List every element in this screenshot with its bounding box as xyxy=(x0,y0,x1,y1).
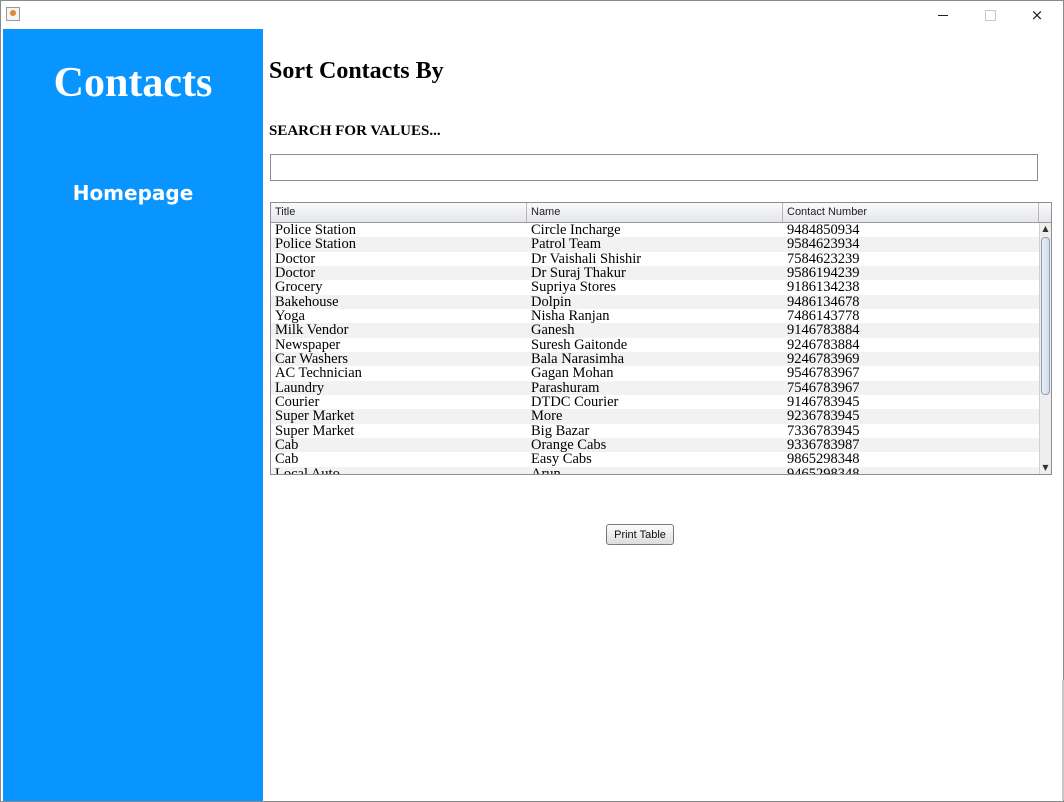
cell-name[interactable]: Suresh Gaitonde xyxy=(531,338,781,352)
cell-contact-number[interactable]: 9465298348 xyxy=(787,467,1037,474)
cell-title[interactable]: Super Market xyxy=(275,409,525,423)
table-header: Title Name Contact Number xyxy=(271,203,1039,223)
minimize-button[interactable] xyxy=(920,1,966,29)
cell-title[interactable]: AC Technician xyxy=(275,366,525,380)
cell-title[interactable]: Cab xyxy=(275,438,525,452)
minimize-icon xyxy=(938,14,948,16)
table-row[interactable]: Newspaper Suresh Gaitonde 9246783884 xyxy=(271,338,1039,352)
cell-title[interactable]: Cab xyxy=(275,452,525,466)
cell-title[interactable]: Car Washers xyxy=(275,352,525,366)
cell-title[interactable]: Courier xyxy=(275,395,525,409)
maximize-button[interactable] xyxy=(967,1,1013,29)
cell-title[interactable]: Laundry xyxy=(275,381,525,395)
cell-title[interactable]: Newspaper xyxy=(275,338,525,352)
cell-contact-number[interactable]: 7336783945 xyxy=(787,424,1037,438)
cell-name[interactable]: Circle Incharge xyxy=(531,223,781,237)
page-title: Sort Contacts By xyxy=(269,58,444,84)
cell-title[interactable]: Police Station xyxy=(275,237,525,251)
table-header-corner xyxy=(1039,203,1051,223)
cell-name[interactable]: Dolpin xyxy=(531,295,781,309)
cell-contact-number[interactable]: 9486134678 xyxy=(787,295,1037,309)
cell-contact-number[interactable]: 9236783945 xyxy=(787,409,1037,423)
cell-contact-number[interactable]: 9546783967 xyxy=(787,366,1037,380)
cell-name[interactable]: Easy Cabs xyxy=(531,452,781,466)
cell-name[interactable]: Dr Suraj Thakur xyxy=(531,266,781,280)
cell-contact-number[interactable]: 9186134238 xyxy=(787,280,1037,294)
cell-contact-number[interactable]: 9246783969 xyxy=(787,352,1037,366)
cell-contact-number[interactable]: 9246783884 xyxy=(787,338,1037,352)
cell-title[interactable]: Grocery xyxy=(275,280,525,294)
table-row[interactable]: Car Washers Bala Narasimha 9246783969 xyxy=(271,351,1039,367)
table-row[interactable]: AC Technician Gagan Mohan 9546783967 xyxy=(271,366,1039,380)
table-row[interactable]: Doctor Dr Vaishali Shishir 7584623239 xyxy=(271,252,1039,266)
cell-contact-number[interactable]: 7584623239 xyxy=(787,252,1037,266)
cell-title[interactable]: Doctor xyxy=(275,266,525,280)
table-row[interactable]: Cab Orange Cabs 9336783987 xyxy=(271,437,1039,453)
sidebar-title: Contacts xyxy=(53,60,213,106)
column-header-title[interactable]: Title xyxy=(271,203,527,222)
title-bar: × xyxy=(1,1,1063,29)
cell-name[interactable]: Nisha Ranjan xyxy=(531,309,781,323)
table-row[interactable]: Laundry Parashuram 7546783967 xyxy=(271,380,1039,395)
table-row[interactable]: Doctor Dr Suraj Thakur 9586194239 xyxy=(271,265,1039,281)
maximize-icon xyxy=(984,9,996,21)
cell-name[interactable]: Parashuram xyxy=(531,381,781,395)
cell-contact-number[interactable]: 7546783967 xyxy=(787,381,1037,395)
cell-contact-number[interactable]: 9484850934 xyxy=(787,223,1037,237)
table-row[interactable]: Local Auto Arun 9465298348 xyxy=(271,466,1039,474)
cell-name[interactable]: Orange Cabs xyxy=(531,438,781,452)
cell-name[interactable]: More xyxy=(531,409,781,423)
cell-title[interactable]: Milk Vendor xyxy=(275,323,525,337)
cell-name[interactable]: Ganesh xyxy=(531,323,781,337)
table-row[interactable]: Cab Easy Cabs 9865298348 xyxy=(271,452,1039,466)
cell-title[interactable]: Local Auto xyxy=(275,467,525,474)
contacts-table: Title Name Contact Number Police Station… xyxy=(270,202,1052,475)
cell-title[interactable]: Bakehouse xyxy=(275,295,525,309)
cell-contact-number[interactable]: 7486143778 xyxy=(787,309,1037,323)
scroll-down-arrow-icon[interactable]: ▼ xyxy=(1040,462,1051,474)
cell-contact-number[interactable]: 9584623934 xyxy=(787,237,1037,251)
table-row[interactable]: Courier DTDC Courier 9146783945 xyxy=(271,395,1039,409)
cell-name[interactable]: Patrol Team xyxy=(531,237,781,251)
cell-name[interactable]: Big Bazar xyxy=(531,424,781,438)
close-icon: × xyxy=(1030,6,1044,24)
table-row[interactable]: Police Station Patrol Team 9584623934 xyxy=(271,237,1039,252)
table-row[interactable]: Milk Vendor Ganesh 9146783884 xyxy=(271,323,1039,338)
scroll-up-arrow-icon[interactable]: ▲ xyxy=(1040,223,1051,235)
print-table-button[interactable]: Print Table xyxy=(606,524,674,545)
table-row[interactable]: Bakehouse Dolpin 9486134678 xyxy=(271,294,1039,309)
vertical-scrollbar[interactable]: ▲ ▼ xyxy=(1039,223,1051,474)
scrollbar-thumb[interactable] xyxy=(1041,237,1050,395)
table-body: Police Station Circle Incharge 9484850934 P… xyxy=(271,223,1039,474)
cell-contact-number[interactable]: 9586194239 xyxy=(787,266,1037,280)
cell-contact-number[interactable]: 9865298348 xyxy=(787,452,1037,466)
table-row[interactable]: Yoga Nisha Ranjan 7486143778 xyxy=(271,309,1039,323)
sidebar-item-homepage[interactable]: Homepage xyxy=(3,181,263,205)
java-app-icon xyxy=(6,7,20,21)
cell-contact-number[interactable]: 9336783987 xyxy=(787,438,1037,452)
cell-title[interactable]: Police Station xyxy=(275,223,525,237)
column-header-name[interactable]: Name xyxy=(527,203,783,222)
cell-name[interactable]: Bala Narasimha xyxy=(531,352,781,366)
cell-title[interactable]: Super Market xyxy=(275,424,525,438)
cell-name[interactable]: Arun xyxy=(531,467,781,474)
cell-name[interactable]: Gagan Mohan xyxy=(531,366,781,380)
table-row[interactable]: Super Market Big Bazar 7336783945 xyxy=(271,424,1039,438)
app-window: × Contacts Homepage Sort Contacts By SEA… xyxy=(0,0,1064,802)
table-row[interactable]: Grocery Supriya Stores 9186134238 xyxy=(271,280,1039,294)
cell-name[interactable]: DTDC Courier xyxy=(531,395,781,409)
search-input[interactable] xyxy=(270,154,1038,181)
table-row[interactable]: Super Market More 9236783945 xyxy=(271,409,1039,424)
cell-title[interactable]: Yoga xyxy=(275,309,525,323)
cell-name[interactable]: Dr Vaishali Shishir xyxy=(531,252,781,266)
cell-title[interactable]: Doctor xyxy=(275,252,525,266)
cell-contact-number[interactable]: 9146783945 xyxy=(787,395,1037,409)
column-header-contact-number[interactable]: Contact Number xyxy=(783,203,1039,222)
cell-contact-number[interactable]: 9146783884 xyxy=(787,323,1037,337)
cell-name[interactable]: Supriya Stores xyxy=(531,280,781,294)
table-row[interactable]: Police Station Circle Incharge 9484850934 xyxy=(271,223,1039,237)
search-label: SEARCH FOR VALUES... xyxy=(269,123,441,139)
close-button[interactable]: × xyxy=(1014,1,1060,29)
sidebar: Contacts Homepage xyxy=(3,29,263,801)
